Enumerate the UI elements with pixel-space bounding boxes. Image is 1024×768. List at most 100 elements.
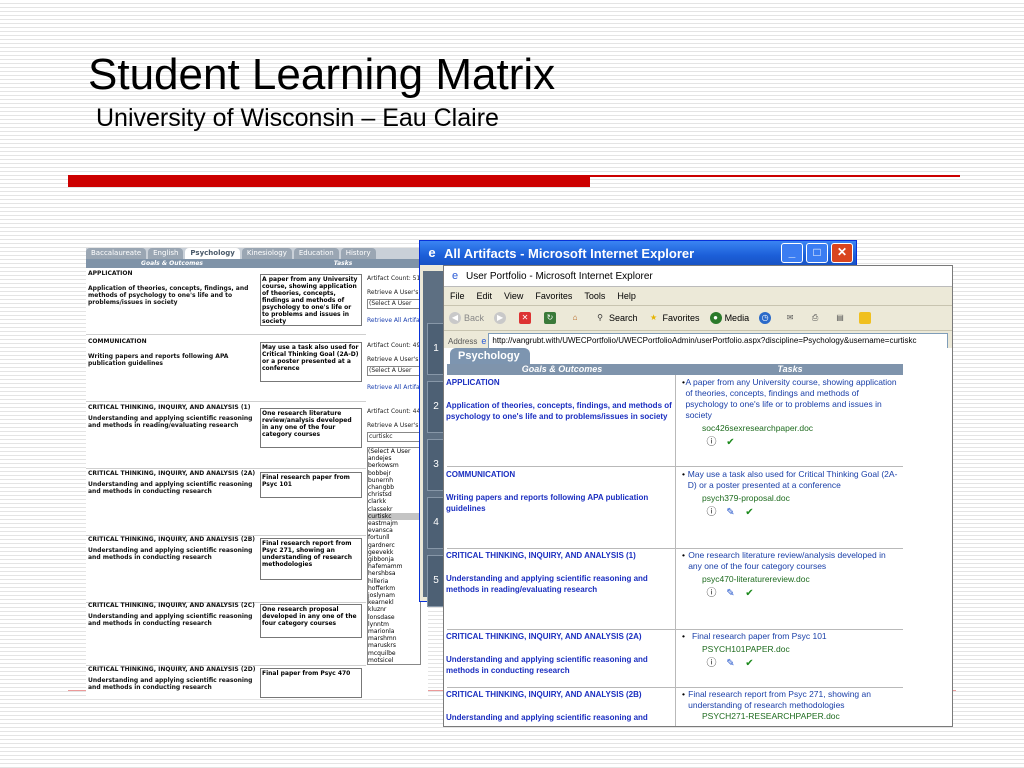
- tab-education[interactable]: Education: [293, 248, 339, 259]
- checkmark-icon[interactable]: ✔: [744, 588, 755, 599]
- address-input[interactable]: http://vangrubt.with/UWECPortfolio/UWECP…: [488, 333, 948, 349]
- goal-text: Writing papers and reports following APA…: [88, 353, 229, 367]
- task-box: One research literature review/analysis …: [260, 408, 362, 448]
- user-select[interactable]: (Select A User: [367, 366, 425, 376]
- user-option-highlighted[interactable]: curtiskc: [368, 512, 420, 521]
- maximize-button[interactable]: □: [806, 243, 828, 263]
- user-option[interactable]: hofferkm: [368, 585, 420, 592]
- user-option[interactable]: lynntm: [368, 621, 420, 628]
- tab-psychology[interactable]: Psychology: [185, 248, 240, 259]
- menu-favorites[interactable]: Favorites: [535, 291, 572, 301]
- user-option[interactable]: gibbonja: [368, 556, 420, 563]
- goal-text: Understanding and applying scientific re…: [88, 415, 253, 429]
- task-box: Final paper from Psyc 470: [260, 668, 362, 698]
- tab-kinesiology[interactable]: Kinesiology: [241, 248, 292, 259]
- user-option[interactable]: hilleria: [368, 578, 420, 585]
- user-option[interactable]: lonsdase: [368, 614, 420, 621]
- user-option[interactable]: (Select A User: [368, 448, 420, 455]
- checkmark-icon[interactable]: ✔: [744, 507, 755, 518]
- tab-baccalaureate[interactable]: Baccalaureate: [86, 248, 147, 259]
- user-option[interactable]: motsicel: [368, 657, 420, 664]
- media-button[interactable]: ● Media: [709, 312, 749, 324]
- info-icon[interactable]: ⓘ: [706, 507, 717, 518]
- user-select[interactable]: curtiskc: [367, 432, 425, 442]
- task-text: Final research report from Psyc 271, sho…: [688, 689, 871, 710]
- messenger-button[interactable]: [859, 312, 874, 324]
- user-option[interactable]: changbb: [368, 484, 420, 491]
- user-option[interactable]: kluznr: [368, 606, 420, 613]
- user-option[interactable]: clarkk: [368, 498, 420, 505]
- search-button[interactable]: ⚲ Search: [594, 312, 637, 324]
- history-button[interactable]: ◷: [759, 312, 774, 324]
- artifact-file-link[interactable]: psyc470-literaturereview.doc: [702, 574, 898, 585]
- menu-view[interactable]: View: [504, 291, 523, 301]
- checkmark-icon[interactable]: ✔: [744, 658, 755, 669]
- minimize-button[interactable]: _: [781, 243, 803, 263]
- user-option[interactable]: marionla: [368, 628, 420, 635]
- edit-page-button[interactable]: ▤: [834, 312, 849, 324]
- user-option[interactable]: hafemamm: [368, 563, 420, 570]
- back-button[interactable]: ◀ Back: [449, 312, 484, 324]
- refresh-button[interactable]: ↻: [544, 312, 559, 324]
- stop-button[interactable]: ✕: [519, 312, 534, 324]
- user-option[interactable]: andejes: [368, 455, 420, 462]
- menu-edit[interactable]: Edit: [477, 291, 493, 301]
- artifact-file-link[interactable]: psych379-proposal.doc: [702, 493, 898, 504]
- menu-tools[interactable]: Tools: [584, 291, 605, 301]
- user-option[interactable]: maruskrs: [368, 642, 420, 649]
- user-option[interactable]: evansca: [368, 527, 420, 534]
- toolbar: ◀ Back ▶ ✕ ↻ ⌂ ⚲ Search ★ Favorites ● Me…: [444, 306, 952, 331]
- user-option[interactable]: mcquilbe: [368, 650, 420, 657]
- edit-icon[interactable]: ✎: [725, 507, 736, 518]
- mail-button[interactable]: ✉: [784, 312, 799, 324]
- user-option[interactable]: berkowsm: [368, 462, 420, 469]
- user-option[interactable]: geevekk: [368, 549, 420, 556]
- user-option[interactable]: bunernh: [368, 477, 420, 484]
- artifact-file-link[interactable]: PSYCH101PAPER.doc: [702, 644, 898, 655]
- favorites-button[interactable]: ★ Favorites: [648, 312, 700, 324]
- goal-heading: CRITICAL THINKING, INQUIRY, AND ANALYSIS…: [88, 404, 251, 411]
- checkmark-icon[interactable]: ✔: [725, 437, 736, 448]
- forward-button[interactable]: ▶: [494, 312, 509, 324]
- user-select[interactable]: (Select A User: [367, 299, 425, 309]
- artifact-count: Artifact Count: 44: [367, 408, 421, 415]
- user-option[interactable]: bobbejr: [368, 470, 420, 477]
- user-option[interactable]: fortunll: [368, 534, 420, 541]
- user-option[interactable]: classekr: [368, 506, 420, 513]
- info-icon[interactable]: ⓘ: [706, 658, 717, 669]
- edit-icon[interactable]: ✎: [725, 658, 736, 669]
- retrieve-all-link[interactable]: Retrieve All Artifa: [367, 317, 425, 325]
- artifact-file-link[interactable]: PSYCH271-RESEARCHPAPER.doc: [702, 711, 898, 722]
- user-portfolio-window: e User Portfolio - Microsoft Internet Ex…: [443, 265, 953, 727]
- user-option[interactable]: hershbsa: [368, 570, 420, 577]
- print-icon: ⎙: [811, 313, 819, 322]
- home-button[interactable]: ⌂: [569, 312, 584, 324]
- user-option[interactable]: marshmn: [368, 635, 420, 642]
- goal-heading: APPLICATION: [88, 270, 133, 277]
- user-option[interactable]: gardnerc: [368, 542, 420, 549]
- menu-help[interactable]: Help: [617, 291, 636, 301]
- tab-psychology[interactable]: Psychology: [450, 348, 530, 364]
- user-option[interactable]: eastmajm: [368, 520, 420, 527]
- edit-icon[interactable]: ✎: [725, 588, 736, 599]
- user-option[interactable]: christsd: [368, 491, 420, 498]
- artifact-count: Artifact Count: 51: [367, 275, 421, 282]
- window-titlebar[interactable]: e All Artifacts - Microsoft Internet Exp…: [420, 241, 856, 265]
- artifact-file-link[interactable]: soc426sexresearchpaper.doc: [702, 423, 898, 434]
- tab-history[interactable]: History: [340, 248, 376, 259]
- info-icon[interactable]: ⓘ: [706, 437, 717, 448]
- user-dropdown-list[interactable]: (Select A User andejes berkowsm bobbejr …: [367, 447, 421, 666]
- document-icon: ▤: [836, 313, 844, 322]
- goal-heading: CRITICAL THINKING, INQUIRY, AND ANALYSIS…: [88, 536, 256, 543]
- window-titlebar[interactable]: e User Portfolio - Microsoft Internet Ex…: [444, 266, 952, 287]
- task-text: One research literature review/analysis …: [688, 550, 886, 571]
- retrieve-all-link[interactable]: Retrieve All Artifa: [367, 384, 425, 392]
- close-button[interactable]: ✕: [831, 243, 853, 263]
- print-button[interactable]: ⎙: [809, 312, 824, 324]
- user-option[interactable]: joslynam: [368, 592, 420, 599]
- slide-title: Student Learning Matrix: [88, 50, 556, 99]
- tab-english[interactable]: English: [148, 248, 184, 259]
- menu-file[interactable]: File: [450, 291, 465, 301]
- info-icon[interactable]: ⓘ: [706, 588, 717, 599]
- user-option[interactable]: kearnekl: [368, 599, 420, 606]
